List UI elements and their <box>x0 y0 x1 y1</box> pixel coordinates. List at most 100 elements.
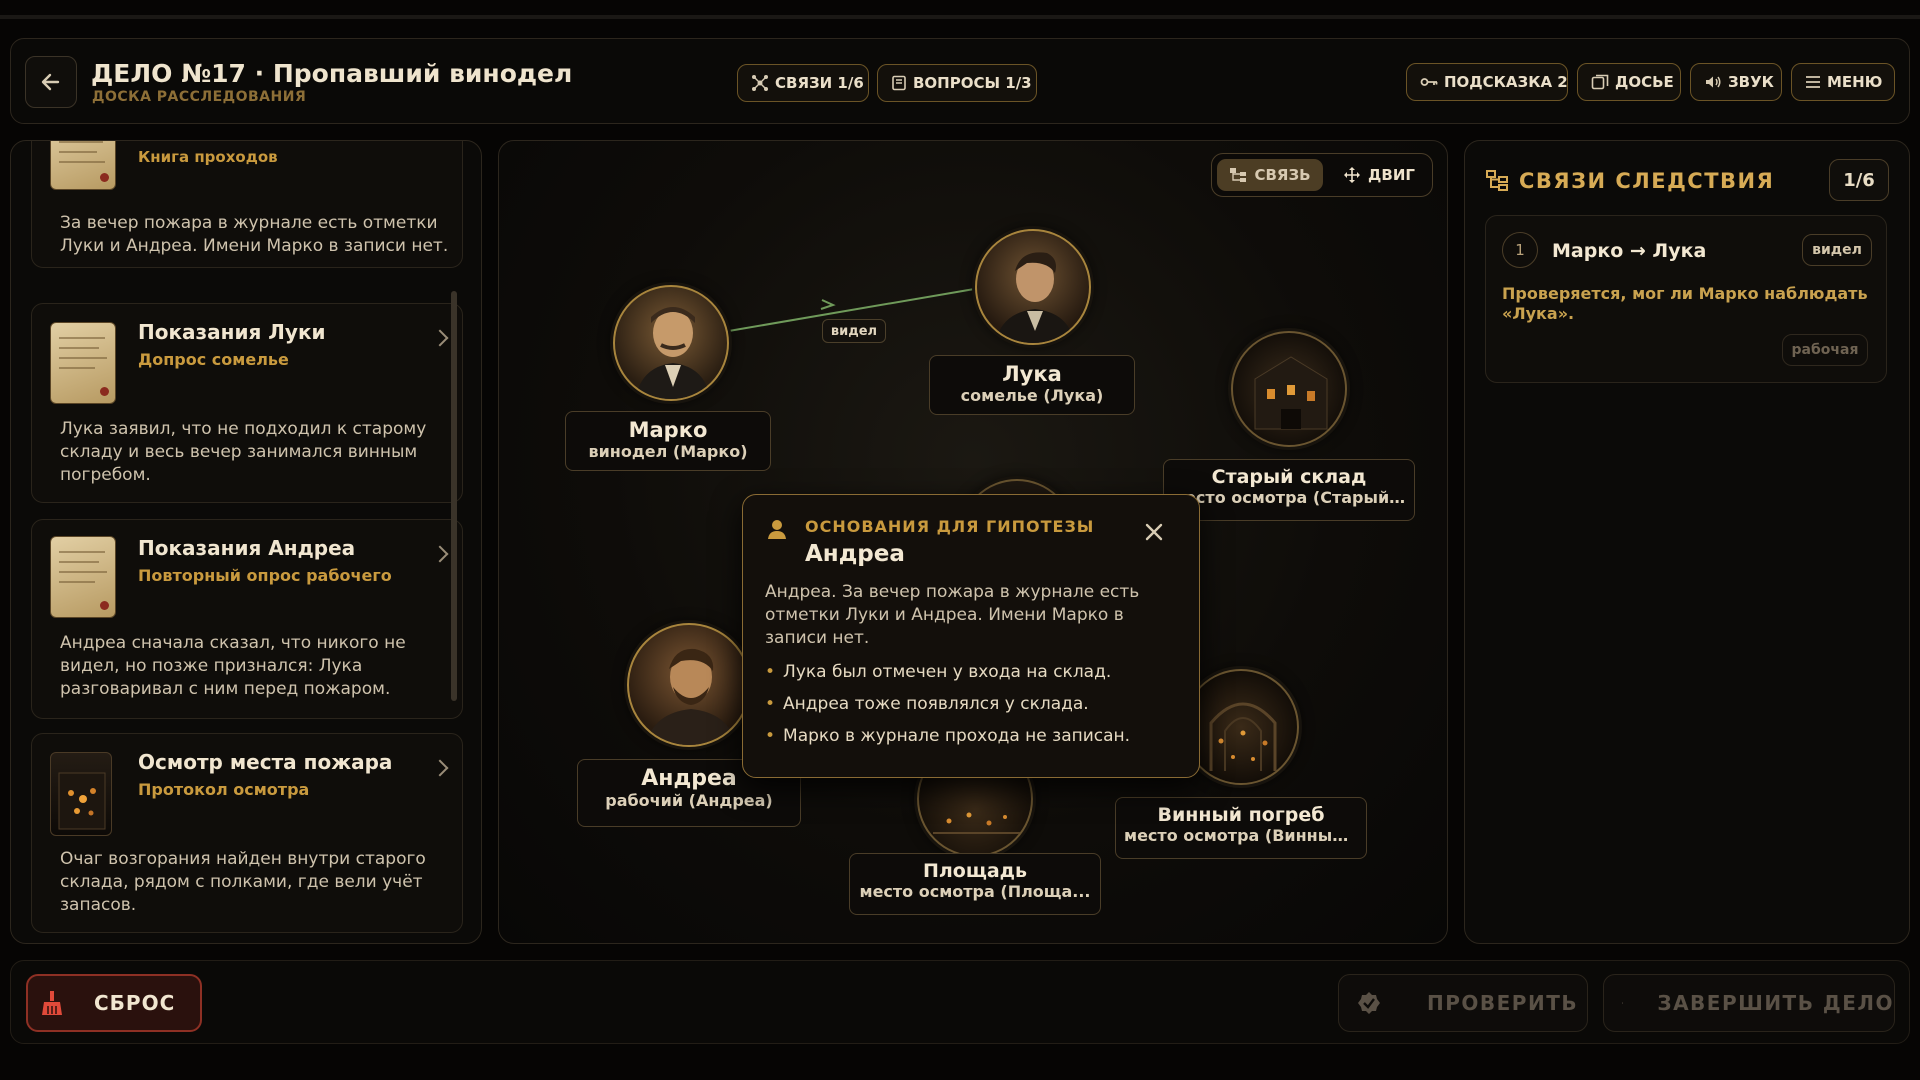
connection-status-badge: рабочая <box>1782 334 1868 366</box>
arrow-left-icon <box>41 73 60 91</box>
sound-button[interactable]: ЗВУК <box>1690 63 1782 101</box>
links-chip-label: СВЯЗИ 1/6 <box>775 74 864 92</box>
popover-heading: ОСНОВАНИЯ ДЛЯ ГИПОТЕЗЫ <box>805 517 1095 536</box>
finish-case-button[interactable]: ЗАВЕРШИТЬ ДЕЛО <box>1603 974 1895 1032</box>
check-badge-icon <box>1358 992 1380 1014</box>
chevron-right-icon <box>431 759 449 777</box>
node-role: место осмотра (Винный... <box>1124 826 1362 845</box>
links-chip[interactable]: СВЯЗИ 1/6 <box>737 64 869 102</box>
warehouse-label: Старый склад место осмотра (Старый ... <box>1163 459 1415 521</box>
bullet-item: Марко в журнале прохода не записан. <box>765 725 1185 757</box>
connection-type-badge[interactable]: видел <box>1802 234 1872 266</box>
popover-name: Андреа <box>805 541 905 567</box>
link-arrow-icon <box>820 299 836 310</box>
warehouse-image <box>1231 331 1347 447</box>
evidence-card[interactable]: Книга проходов За вечер пожара в журнале… <box>31 141 463 268</box>
node-name: Марко <box>628 418 708 442</box>
node-role: место осмотра (Площа... <box>859 882 1091 901</box>
evidence-text: Лука заявил, что не подходил к старому с… <box>60 419 427 485</box>
menu-button-label: МЕНЮ <box>1827 73 1883 91</box>
hypothesis-popover: ОСНОВАНИЯ ДЛЯ ГИПОТЕЗЫ Андреа Андреа. За… <box>742 494 1200 778</box>
close-icon[interactable] <box>1143 521 1165 543</box>
connection-number: 1 <box>1502 232 1538 268</box>
document-thumbnail <box>50 141 116 190</box>
header-bar: ДЕЛО №17 · Пропавший винодел ДОСКА РАССЛ… <box>10 38 1910 124</box>
case-title: ДЕЛО №17 · Пропавший винодел <box>91 59 573 88</box>
evidence-text: Андреа сначала сказал, что никого не вид… <box>60 633 406 699</box>
evidence-subtitle: Книга проходов <box>138 148 278 166</box>
node-role: место осмотра (Старый ... <box>1172 488 1413 507</box>
hierarchy-icon <box>1486 170 1508 191</box>
case-subtitle: ДОСКА РАССЛЕДОВАНИЯ <box>92 89 307 105</box>
luka-label: Лука сомелье (Лука) <box>929 355 1135 415</box>
menu-button[interactable]: МЕНЮ <box>1791 63 1895 101</box>
evidence-title: Показания Андреа <box>138 536 356 560</box>
chevron-right-icon <box>431 329 449 347</box>
evidence-card[interactable]: Показания Луки Допрос сомелье Лука заяви… <box>31 303 463 503</box>
node-name: Площадь <box>922 860 1028 882</box>
hint-button[interactable]: ПОДСКАЗКА 2 <box>1406 63 1568 101</box>
document-thumbnail <box>50 322 116 404</box>
notebook-icon <box>892 75 906 91</box>
evidence-subtitle: Повторный опрос рабочего <box>138 566 392 585</box>
evidence-text: За вечер пожара в журнале есть отметки Л… <box>60 213 449 256</box>
wine-cellar-image <box>1183 669 1299 785</box>
check-button[interactable]: ПРОВЕРИТЬ <box>1338 974 1588 1032</box>
connection-text: Проверяется, мог ли Марко наблюдать «Лук… <box>1502 284 1868 323</box>
evidence-subtitle: Протокол осмотра <box>138 780 310 799</box>
speaker-icon <box>1706 76 1721 88</box>
key-icon <box>1420 78 1438 86</box>
popover-bullets: Лука был отмечен у входа на склад. Андре… <box>765 661 1185 757</box>
evidence-title: Осмотр места пожара <box>138 750 393 774</box>
dossier-button[interactable]: ДОСЬЕ <box>1577 63 1681 101</box>
evidence-card[interactable]: Показания Андреа Повторный опрос рабочег… <box>31 519 463 719</box>
node-role: винодел (Марко) <box>588 442 748 461</box>
connection-title: Марко → Лука <box>1552 240 1707 262</box>
clipboard-check-icon <box>1622 1002 1624 1004</box>
popover-text: Андреа. За вечер пожара в журнале есть о… <box>765 582 1140 648</box>
person-icon <box>768 520 786 539</box>
evidence-subtitle: Допрос сомелье <box>138 350 289 369</box>
chevron-right-icon <box>431 545 449 563</box>
connection-card[interactable]: 1 Марко → Лука видел Проверяется, мог ли… <box>1485 215 1887 383</box>
sound-button-label: ЗВУК <box>1728 73 1774 91</box>
bullet-item: Андреа тоже появлялся у склада. <box>765 693 1185 725</box>
network-icon <box>752 75 768 91</box>
andrea-portrait <box>627 623 751 747</box>
back-button[interactable] <box>25 56 77 108</box>
fire-scene-thumbnail <box>50 752 112 836</box>
hint-button-label: ПОДСКАЗКА 2 <box>1444 73 1568 91</box>
footer-bar: СБРОС ПРОВЕРИТЬ ЗАВЕРШИТЬ ДЕЛО <box>10 960 1910 1044</box>
connections-count: 1/6 <box>1829 159 1889 201</box>
node-name: Лука <box>1002 362 1062 386</box>
square-label: Площадь место осмотра (Площа... <box>849 853 1101 915</box>
connections-panel: СВЯЗИ СЛЕДСТВИЯ 1/6 1 Марко → Лука видел… <box>1464 140 1910 944</box>
node-name: Старый склад <box>1211 466 1367 488</box>
folders-icon <box>1591 74 1609 90</box>
node-role: рабочий (Андреа) <box>605 791 773 810</box>
questions-chip-label: ВОПРОСЫ 1/3 <box>913 74 1032 92</box>
connections-title: СВЯЗИ СЛЕДСТВИЯ <box>1519 169 1775 193</box>
reset-button-label: СБРОС <box>94 991 176 1015</box>
broom-icon <box>42 991 62 1015</box>
evidence-panel: Книга проходов За вечер пожара в журнале… <box>10 140 482 944</box>
dossier-button-label: ДОСЬЕ <box>1615 73 1674 91</box>
check-button-label: ПРОВЕРИТЬ <box>1427 991 1579 1015</box>
evidence-title: Показания Луки <box>138 320 326 344</box>
questions-chip[interactable]: ВОПРОСЫ 1/3 <box>877 64 1037 102</box>
node-role: сомелье (Лука) <box>960 386 1104 405</box>
evidence-scrollbar[interactable] <box>451 291 457 701</box>
marko-portrait <box>613 285 729 401</box>
evidence-text: Очаг возгорания найден внутри старого ск… <box>60 849 426 915</box>
link-label[interactable]: видел <box>822 319 886 343</box>
luka-portrait <box>975 229 1091 345</box>
marko-label: Марко винодел (Марко) <box>565 411 771 471</box>
evidence-card[interactable]: Осмотр места пожара Протокол осмотра Оча… <box>31 733 463 933</box>
finish-case-button-label: ЗАВЕРШИТЬ ДЕЛО <box>1657 991 1894 1015</box>
bullet-item: Лука был отмечен у входа на склад. <box>765 661 1185 693</box>
top-divider <box>0 15 1920 19</box>
document-thumbnail <box>50 536 116 618</box>
node-name: Винный погреб <box>1157 804 1325 826</box>
reset-button[interactable]: СБРОС <box>26 974 202 1032</box>
menu-icon <box>1806 76 1820 88</box>
